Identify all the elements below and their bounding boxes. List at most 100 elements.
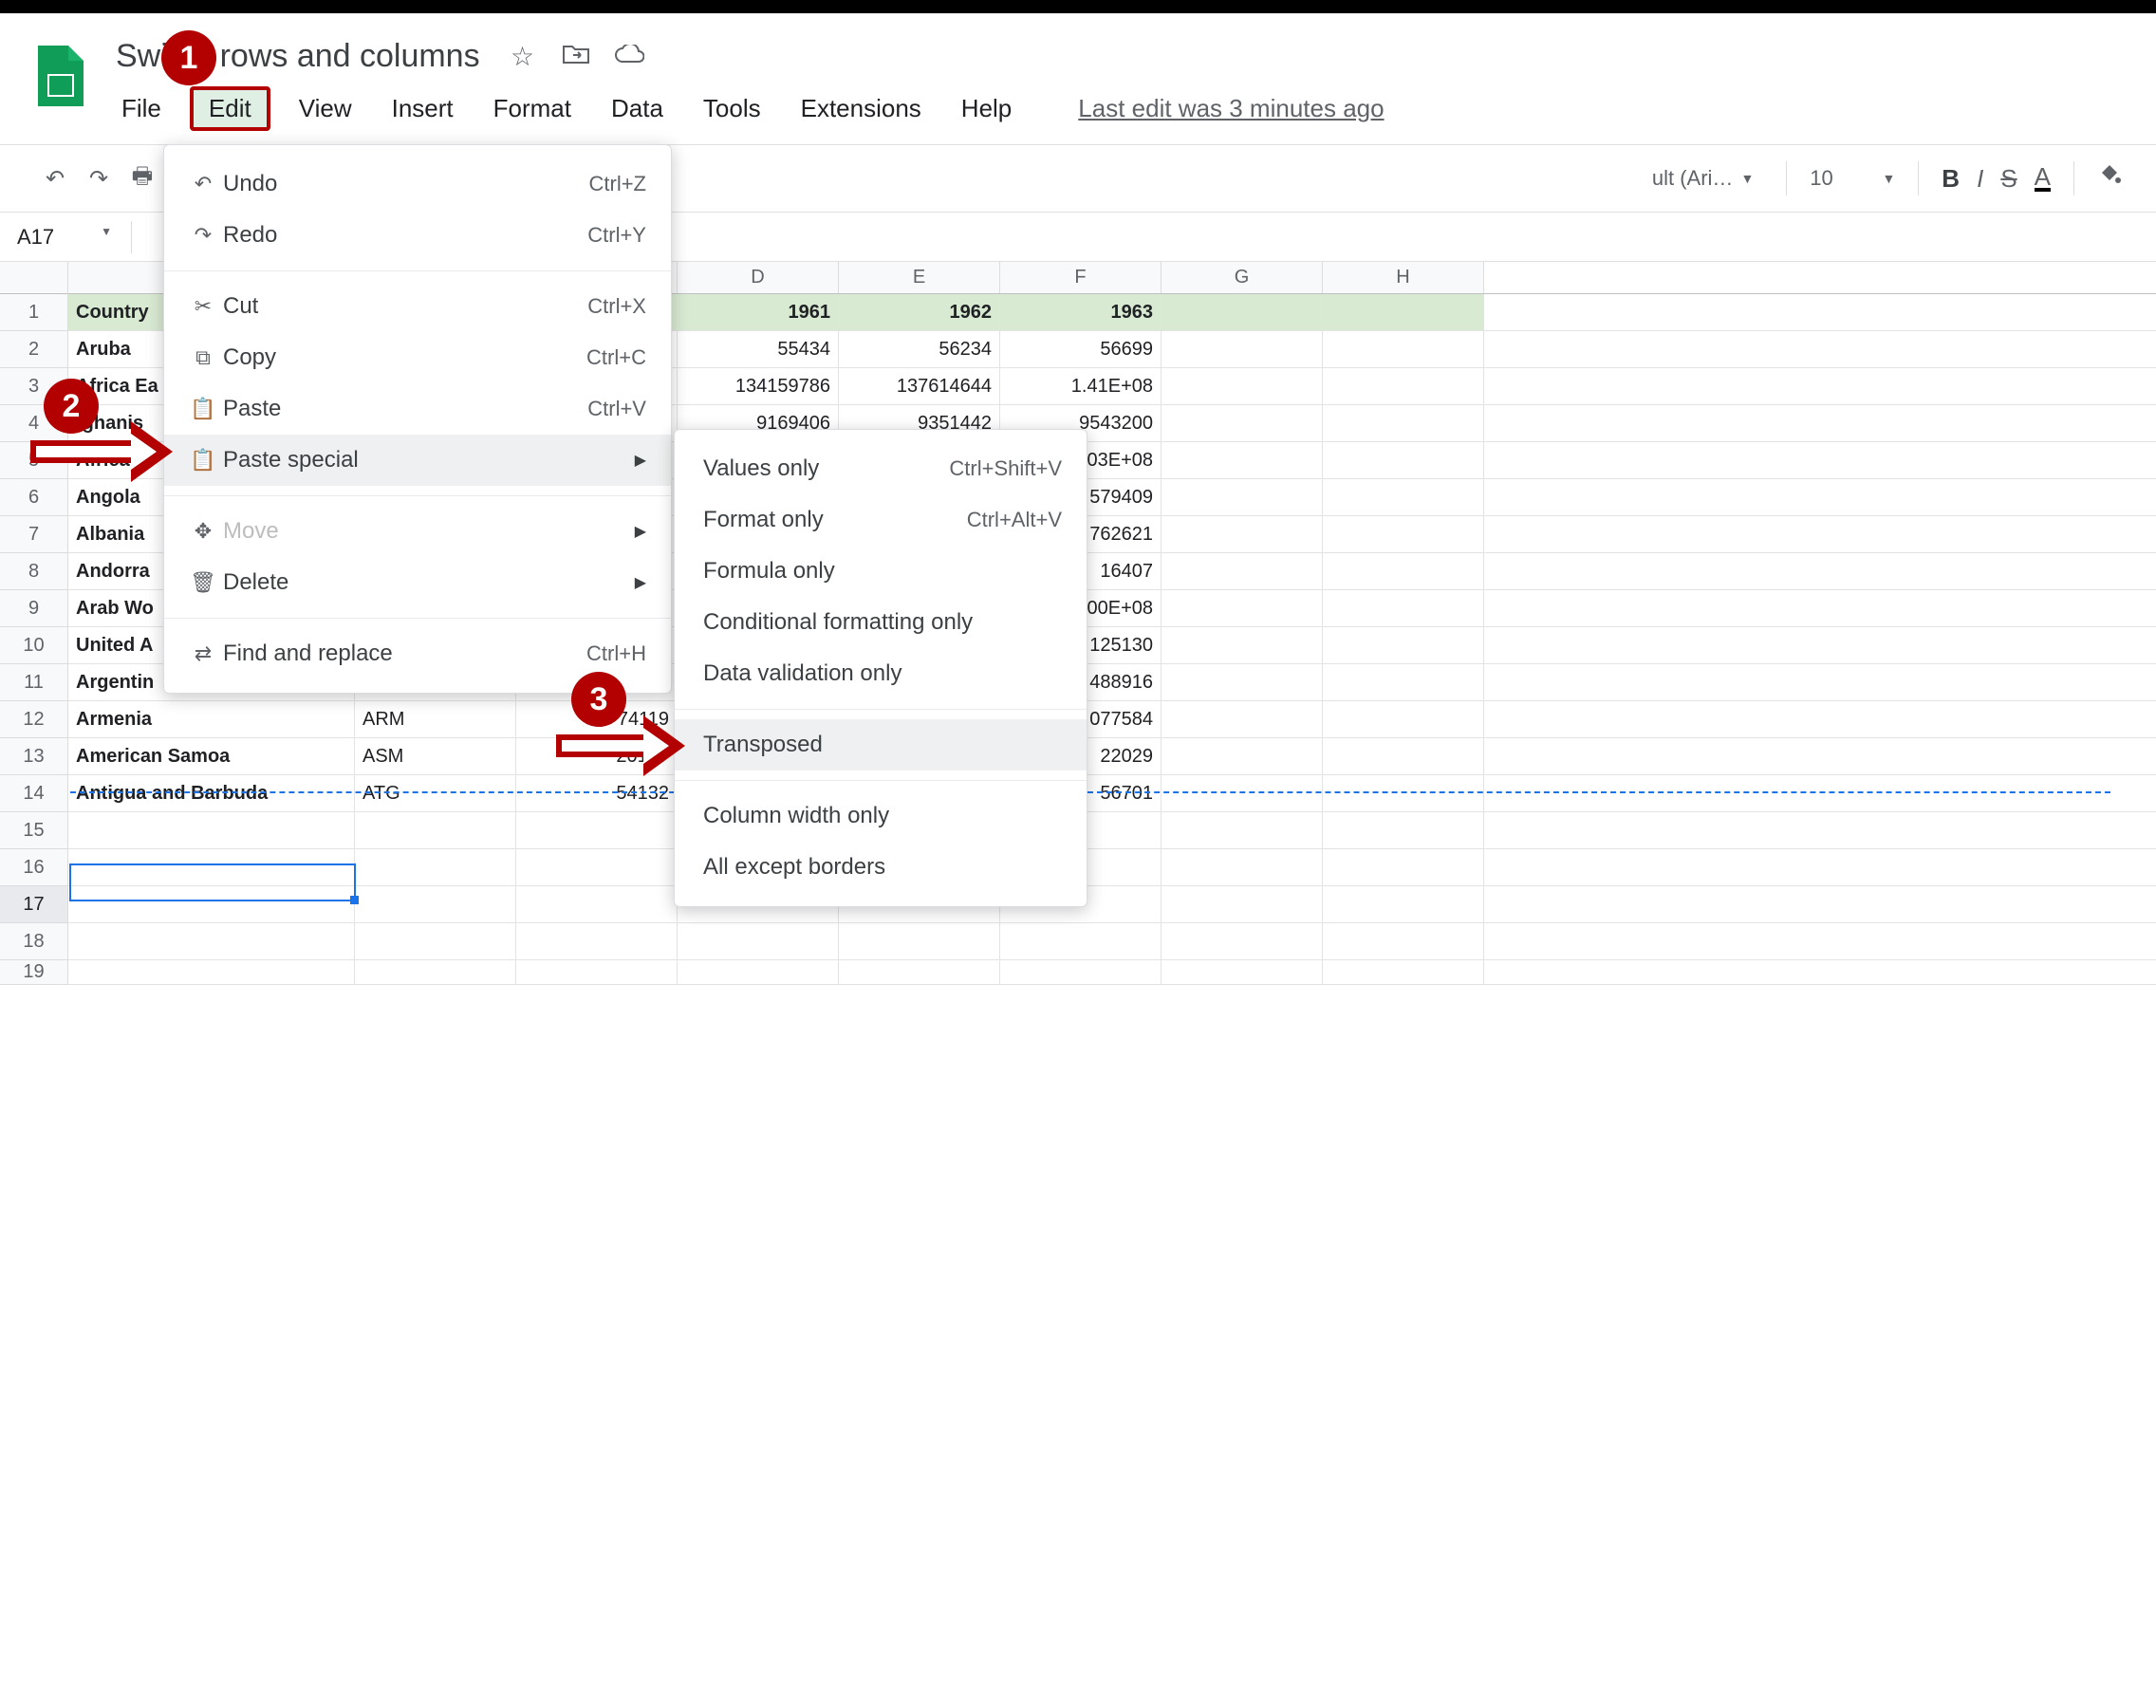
- print-icon[interactable]: 🖶: [129, 159, 156, 198]
- row-header[interactable]: 12: [0, 701, 67, 738]
- cell[interactable]: [1162, 627, 1323, 663]
- menu-item-all-except-borders[interactable]: All except borders: [675, 842, 1087, 893]
- menu-format[interactable]: Format: [482, 88, 583, 129]
- cell[interactable]: [1323, 923, 1484, 959]
- menu-data[interactable]: Data: [600, 88, 675, 129]
- cell[interactable]: [1162, 479, 1323, 515]
- cell[interactable]: [1000, 923, 1162, 959]
- italic-button[interactable]: I: [1977, 164, 1983, 194]
- cell[interactable]: [1000, 960, 1162, 984]
- cell[interactable]: [839, 960, 1000, 984]
- last-edit-link[interactable]: Last edit was 3 minutes ago: [1078, 94, 1384, 123]
- cell[interactable]: [1323, 849, 1484, 885]
- chevron-down-icon[interactable]: ▼: [101, 225, 112, 250]
- cell[interactable]: [1162, 849, 1323, 885]
- cell[interactable]: [1162, 516, 1323, 552]
- row-header[interactable]: 17: [0, 886, 67, 923]
- cell[interactable]: [1162, 960, 1323, 984]
- row-header[interactable]: 15: [0, 812, 67, 849]
- cell[interactable]: [1162, 294, 1323, 330]
- font-name-dropdown[interactable]: ult (Ari…: [1652, 166, 1734, 191]
- cell[interactable]: [1323, 701, 1484, 737]
- col-header[interactable]: D: [678, 262, 839, 293]
- font-size-dropdown[interactable]: 10: [1810, 166, 1832, 191]
- cell[interactable]: [1323, 886, 1484, 922]
- menu-item-values-only[interactable]: Values only Ctrl+Shift+V: [675, 443, 1087, 494]
- cell[interactable]: [1323, 479, 1484, 515]
- cell[interactable]: 56234: [839, 331, 1000, 367]
- row-header[interactable]: 7: [0, 516, 67, 553]
- menu-item-delete[interactable]: 🗑 Delete ▶: [164, 557, 671, 608]
- row-header[interactable]: 8: [0, 553, 67, 590]
- cell[interactable]: ATG: [355, 775, 516, 811]
- col-header[interactable]: E: [839, 262, 1000, 293]
- name-box[interactable]: A17 ▼: [17, 225, 121, 250]
- col-header[interactable]: H: [1323, 262, 1484, 293]
- menu-edit[interactable]: Edit: [190, 86, 270, 131]
- row-header[interactable]: 16: [0, 849, 67, 886]
- row-header[interactable]: 2: [0, 331, 67, 368]
- col-header[interactable]: F: [1000, 262, 1162, 293]
- menu-extensions[interactable]: Extensions: [790, 88, 933, 129]
- cell[interactable]: Antigua and Barbuda: [68, 775, 355, 811]
- chevron-down-icon[interactable]: ▼: [1740, 171, 1754, 186]
- cloud-status-icon[interactable]: [613, 42, 645, 72]
- chevron-down-icon[interactable]: ▼: [1882, 171, 1895, 186]
- cell[interactable]: [678, 960, 839, 984]
- menu-item-paste-special[interactable]: 📋 Paste special ▶: [164, 435, 671, 486]
- cell[interactable]: [678, 923, 839, 959]
- cell[interactable]: [355, 812, 516, 848]
- menu-item-formula-only[interactable]: Formula only: [675, 546, 1087, 597]
- menu-file[interactable]: File: [110, 88, 173, 129]
- cell[interactable]: [1162, 442, 1323, 478]
- star-icon[interactable]: ☆: [507, 41, 539, 72]
- cell[interactable]: [516, 923, 678, 959]
- cell[interactable]: [68, 960, 355, 984]
- cell[interactable]: 1963: [1000, 294, 1162, 330]
- menu-item-undo[interactable]: ↶ Undo Ctrl+Z: [164, 158, 671, 210]
- menu-insert[interactable]: Insert: [381, 88, 465, 129]
- cell[interactable]: [1162, 590, 1323, 626]
- menu-item-copy[interactable]: ⧉ Copy Ctrl+C: [164, 332, 671, 383]
- cell[interactable]: [516, 849, 678, 885]
- menu-item-cut[interactable]: ✂ Cut Ctrl+X: [164, 281, 671, 332]
- menu-item-transposed[interactable]: Transposed: [675, 719, 1087, 770]
- menu-item-data-validation-only[interactable]: Data validation only: [675, 648, 1087, 699]
- cell[interactable]: [68, 923, 355, 959]
- cell[interactable]: [1162, 923, 1323, 959]
- redo-icon[interactable]: ↷: [85, 165, 112, 193]
- cell[interactable]: 1962: [839, 294, 1000, 330]
- row-header[interactable]: 19: [0, 960, 67, 985]
- cell[interactable]: 54132: [516, 775, 678, 811]
- cell[interactable]: [516, 960, 678, 984]
- cell[interactable]: [839, 923, 1000, 959]
- menu-item-column-width-only[interactable]: Column width only: [675, 790, 1087, 842]
- cell[interactable]: 56699: [1000, 331, 1162, 367]
- cell[interactable]: American Samoa: [68, 738, 355, 774]
- select-all-corner[interactable]: [0, 262, 67, 294]
- strikethrough-button[interactable]: S: [2000, 164, 2017, 194]
- undo-icon[interactable]: ↶: [42, 165, 68, 193]
- cell[interactable]: [1162, 738, 1323, 774]
- menu-item-redo[interactable]: ↷ Redo Ctrl+Y: [164, 210, 671, 261]
- cell[interactable]: [1323, 664, 1484, 700]
- row-header[interactable]: 10: [0, 627, 67, 664]
- menu-item-format-only[interactable]: Format only Ctrl+Alt+V: [675, 494, 1087, 546]
- cell[interactable]: [1162, 664, 1323, 700]
- cell[interactable]: [1162, 701, 1323, 737]
- cell[interactable]: [1162, 405, 1323, 441]
- row-header[interactable]: 1: [0, 294, 67, 331]
- cell[interactable]: [355, 960, 516, 984]
- cell[interactable]: [1323, 775, 1484, 811]
- menu-view[interactable]: View: [288, 88, 363, 129]
- cell[interactable]: Armenia: [68, 701, 355, 737]
- cell[interactable]: ARM: [355, 701, 516, 737]
- cell[interactable]: 137614644: [839, 368, 1000, 404]
- cell[interactable]: [1162, 775, 1323, 811]
- row-header[interactable]: 9: [0, 590, 67, 627]
- cell[interactable]: [68, 812, 355, 848]
- menu-item-move[interactable]: ✥ Move ▶: [164, 506, 671, 557]
- menu-item-conditional-formatting-only[interactable]: Conditional formatting only: [675, 597, 1087, 648]
- cell[interactable]: [516, 886, 678, 922]
- menu-tools[interactable]: Tools: [692, 88, 772, 129]
